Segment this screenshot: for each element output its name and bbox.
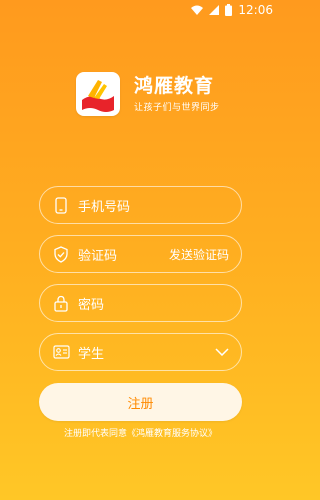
status-icons: 12:06 (191, 3, 273, 17)
code-field[interactable]: 验证码 发送验证码 (39, 235, 242, 273)
battery-icon (225, 4, 233, 16)
wifi-icon (191, 5, 204, 15)
brand-header: 鸿雁教育 让孩子们与世界同步 (76, 72, 220, 116)
cell-signal-icon (209, 5, 220, 15)
password-placeholder: 密码 (78, 297, 105, 313)
role-selected-value: 学生 (78, 346, 105, 362)
role-select[interactable]: 学生 (39, 333, 242, 371)
lock-icon (52, 294, 70, 312)
status-bar: 12:06 (0, 0, 281, 20)
code-placeholder: 验证码 (78, 248, 118, 264)
register-button[interactable]: 注册 (39, 383, 242, 421)
chevron-down-icon[interactable] (215, 345, 229, 359)
status-time: 12:06 (238, 3, 273, 17)
send-code-button[interactable]: 发送验证码 (169, 246, 229, 263)
id-card-icon (52, 343, 70, 361)
password-field[interactable]: 密码 (39, 284, 242, 322)
shield-check-icon (52, 245, 70, 263)
agreement-link[interactable]: 注册即代表同意《鸿雁教育服务协议》 (0, 426, 281, 439)
phone-icon (52, 196, 70, 214)
app-logo (76, 72, 120, 116)
phone-field[interactable]: 手机号码 (39, 186, 242, 224)
brand-name: 鸿雁教育 (134, 75, 215, 97)
brand-slogan: 让孩子们与世界同步 (134, 103, 220, 113)
phone-placeholder: 手机号码 (78, 199, 131, 215)
